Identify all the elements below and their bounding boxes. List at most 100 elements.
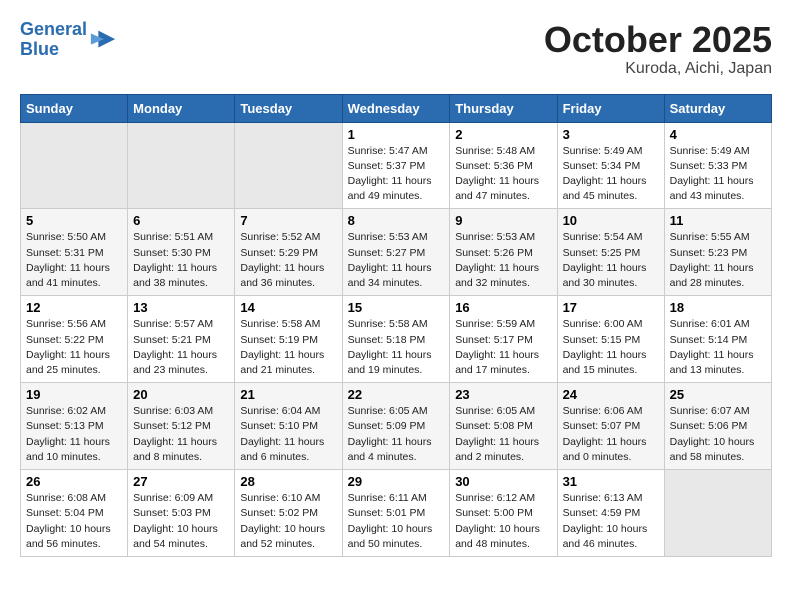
page-header: General Blue October 2025 Kuroda, Aichi,… — [20, 20, 772, 78]
day-number: 14 — [240, 300, 336, 315]
day-number: 27 — [133, 474, 229, 489]
calendar-cell: 16 Sunrise: 5:59 AM Sunset: 5:17 PM Dayli… — [450, 296, 557, 383]
calendar-cell: 20 Sunrise: 6:03 AM Sunset: 5:12 PM Dayli… — [128, 383, 235, 470]
day-number: 7 — [240, 213, 336, 228]
calendar-cell: 29Sunrise: 6:11 AM Sunset: 5:01 PM Dayli… — [342, 470, 450, 557]
day-number: 11 — [670, 213, 766, 228]
weekday-header-wednesday: Wednesday — [342, 94, 450, 122]
day-info: Sunrise: 6:12 AM Sunset: 5:00 PM Dayligh… — [455, 491, 551, 552]
day-info: Sunrise: 5:54 AM Sunset: 5:25 PM Dayligh… — [563, 230, 659, 291]
calendar-cell: 12 Sunrise: 5:56 AM Sunset: 5:22 PM Dayli… — [21, 296, 128, 383]
calendar-cell: 2 Sunrise: 5:48 AM Sunset: 5:36 PM Daylig… — [450, 122, 557, 209]
calendar-cell: 10Sunrise: 5:54 AM Sunset: 5:25 PM Dayli… — [557, 209, 664, 296]
day-info: Sunrise: 6:07 AM Sunset: 5:06 PM Dayligh… — [670, 404, 766, 465]
day-number: 16 — [455, 300, 551, 315]
calendar-cell: 18 Sunrise: 6:01 AM Sunset: 5:14 PM Dayli… — [664, 296, 771, 383]
weekday-header-row: SundayMondayTuesdayWednesdayThursdayFrid… — [21, 94, 772, 122]
weekday-header-tuesday: Tuesday — [235, 94, 342, 122]
day-number: 17 — [563, 300, 659, 315]
day-number: 20 — [133, 387, 229, 402]
logo-text: General Blue — [20, 20, 87, 60]
day-info: Sunrise: 5:58 AM Sunset: 5:19 PM Dayligh… — [240, 317, 336, 378]
day-number: 30 — [455, 474, 551, 489]
calendar-cell: 31 Sunrise: 6:13 AM Sunset: 4:59 PM Dayli… — [557, 470, 664, 557]
calendar-cell: 14 Sunrise: 5:58 AM Sunset: 5:19 PM Dayli… — [235, 296, 342, 383]
day-number: 1 — [348, 127, 445, 142]
day-info: Sunrise: 6:01 AM Sunset: 5:14 PM Dayligh… — [670, 317, 766, 378]
day-info: Sunrise: 5:51 AM Sunset: 5:30 PM Dayligh… — [133, 230, 229, 291]
calendar-cell: 13Sunrise: 5:57 AM Sunset: 5:21 PM Dayli… — [128, 296, 235, 383]
day-info: Sunrise: 5:56 AM Sunset: 5:22 PM Dayligh… — [26, 317, 122, 378]
calendar-week-row: 19Sunrise: 6:02 AM Sunset: 5:13 PM Dayli… — [21, 383, 772, 470]
day-number: 29 — [348, 474, 445, 489]
day-info: Sunrise: 5:57 AM Sunset: 5:21 PM Dayligh… — [133, 317, 229, 378]
logo-line2: Blue — [20, 39, 59, 59]
calendar-body: 1 Sunrise: 5:47 AM Sunset: 5:37 PM Daylig… — [21, 122, 772, 556]
calendar-cell — [664, 470, 771, 557]
day-number: 24 — [563, 387, 659, 402]
day-number: 4 — [670, 127, 766, 142]
calendar-cell: 11 Sunrise: 5:55 AM Sunset: 5:23 PM Dayli… — [664, 209, 771, 296]
calendar-week-row: 5 Sunrise: 5:50 AM Sunset: 5:31 PM Daylig… — [21, 209, 772, 296]
day-info: Sunrise: 5:58 AM Sunset: 5:18 PM Dayligh… — [348, 317, 445, 378]
day-info: Sunrise: 5:49 AM Sunset: 5:33 PM Dayligh… — [670, 144, 766, 205]
calendar-cell: 17 Sunrise: 6:00 AM Sunset: 5:15 PM Dayli… — [557, 296, 664, 383]
calendar-cell: 3Sunrise: 5:49 AM Sunset: 5:34 PM Daylig… — [557, 122, 664, 209]
calendar-table: SundayMondayTuesdayWednesdayThursdayFrid… — [20, 94, 772, 557]
day-info: Sunrise: 6:13 AM Sunset: 4:59 PM Dayligh… — [563, 491, 659, 552]
logo: General Blue — [20, 20, 117, 60]
title-block: October 2025 Kuroda, Aichi, Japan — [544, 20, 772, 78]
day-number: 12 — [26, 300, 122, 315]
day-info: Sunrise: 6:03 AM Sunset: 5:12 PM Dayligh… — [133, 404, 229, 465]
calendar-cell: 5 Sunrise: 5:50 AM Sunset: 5:31 PM Daylig… — [21, 209, 128, 296]
calendar-cell: 7 Sunrise: 5:52 AM Sunset: 5:29 PM Daylig… — [235, 209, 342, 296]
day-number: 15 — [348, 300, 445, 315]
day-number: 21 — [240, 387, 336, 402]
day-info: Sunrise: 5:47 AM Sunset: 5:37 PM Dayligh… — [348, 144, 445, 205]
day-info: Sunrise: 6:00 AM Sunset: 5:15 PM Dayligh… — [563, 317, 659, 378]
calendar-cell: 26Sunrise: 6:08 AM Sunset: 5:04 PM Dayli… — [21, 470, 128, 557]
day-number: 31 — [563, 474, 659, 489]
logo-line1: General — [20, 19, 87, 39]
day-info: Sunrise: 6:10 AM Sunset: 5:02 PM Dayligh… — [240, 491, 336, 552]
calendar-cell: 6 Sunrise: 5:51 AM Sunset: 5:30 PM Daylig… — [128, 209, 235, 296]
calendar-cell: 23Sunrise: 6:05 AM Sunset: 5:08 PM Dayli… — [450, 383, 557, 470]
calendar-cell: 4 Sunrise: 5:49 AM Sunset: 5:33 PM Daylig… — [664, 122, 771, 209]
calendar-cell: 1 Sunrise: 5:47 AM Sunset: 5:37 PM Daylig… — [342, 122, 450, 209]
day-number: 2 — [455, 127, 551, 142]
day-number: 18 — [670, 300, 766, 315]
day-number: 25 — [670, 387, 766, 402]
day-info: Sunrise: 5:53 AM Sunset: 5:27 PM Dayligh… — [348, 230, 445, 291]
calendar-header: SundayMondayTuesdayWednesdayThursdayFrid… — [21, 94, 772, 122]
day-number: 28 — [240, 474, 336, 489]
day-info: Sunrise: 5:52 AM Sunset: 5:29 PM Dayligh… — [240, 230, 336, 291]
day-info: Sunrise: 5:50 AM Sunset: 5:31 PM Dayligh… — [26, 230, 122, 291]
day-number: 6 — [133, 213, 229, 228]
calendar-cell: 15 Sunrise: 5:58 AM Sunset: 5:18 PM Dayli… — [342, 296, 450, 383]
day-info: Sunrise: 5:53 AM Sunset: 5:26 PM Dayligh… — [455, 230, 551, 291]
day-info: Sunrise: 6:02 AM Sunset: 5:13 PM Dayligh… — [26, 404, 122, 465]
calendar-cell — [21, 122, 128, 209]
day-info: Sunrise: 6:09 AM Sunset: 5:03 PM Dayligh… — [133, 491, 229, 552]
calendar-cell — [235, 122, 342, 209]
day-number: 8 — [348, 213, 445, 228]
location-subtitle: Kuroda, Aichi, Japan — [544, 60, 772, 78]
weekday-header-monday: Monday — [128, 94, 235, 122]
calendar-cell: 30 Sunrise: 6:12 AM Sunset: 5:00 PM Dayli… — [450, 470, 557, 557]
calendar-cell: 8 Sunrise: 5:53 AM Sunset: 5:27 PM Daylig… — [342, 209, 450, 296]
calendar-week-row: 12 Sunrise: 5:56 AM Sunset: 5:22 PM Dayli… — [21, 296, 772, 383]
logo-icon — [89, 26, 117, 54]
month-title: October 2025 — [544, 20, 772, 60]
day-info: Sunrise: 6:04 AM Sunset: 5:10 PM Dayligh… — [240, 404, 336, 465]
day-number: 9 — [455, 213, 551, 228]
calendar-cell: 27 Sunrise: 6:09 AM Sunset: 5:03 PM Dayli… — [128, 470, 235, 557]
day-info: Sunrise: 5:55 AM Sunset: 5:23 PM Dayligh… — [670, 230, 766, 291]
weekday-header-saturday: Saturday — [664, 94, 771, 122]
calendar-cell: 28 Sunrise: 6:10 AM Sunset: 5:02 PM Dayli… — [235, 470, 342, 557]
calendar-week-row: 26Sunrise: 6:08 AM Sunset: 5:04 PM Dayli… — [21, 470, 772, 557]
day-number: 5 — [26, 213, 122, 228]
day-info: Sunrise: 5:59 AM Sunset: 5:17 PM Dayligh… — [455, 317, 551, 378]
calendar-cell: 19Sunrise: 6:02 AM Sunset: 5:13 PM Dayli… — [21, 383, 128, 470]
calendar-cell: 25 Sunrise: 6:07 AM Sunset: 5:06 PM Dayli… — [664, 383, 771, 470]
day-info: Sunrise: 5:48 AM Sunset: 5:36 PM Dayligh… — [455, 144, 551, 205]
